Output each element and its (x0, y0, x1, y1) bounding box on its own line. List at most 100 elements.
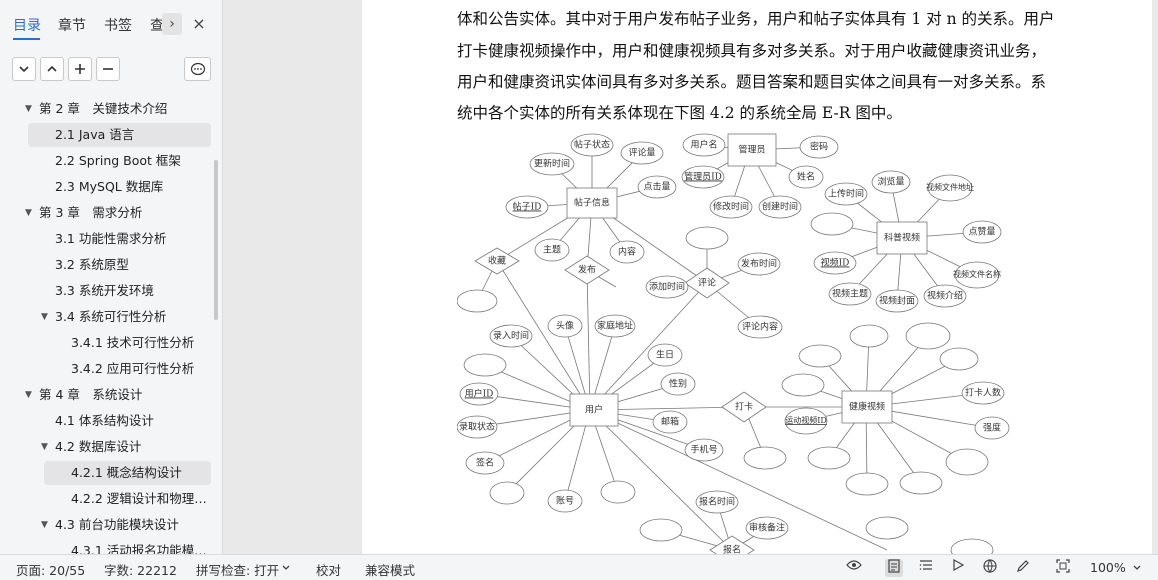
toc-item[interactable]: ▼ 3.4 系统可行性分析 (0, 305, 212, 329)
er-attribute-label: 家庭地址 (597, 320, 633, 332)
er-attribute-label: 评论内容 (742, 321, 778, 333)
document-area: 体和公告实体。其中对于用户发布帖子业务，用户和帖子实体具有 1 对 n 的关系。… (224, 0, 1158, 554)
er-attribute-label: 上传时间 (828, 188, 864, 200)
chevron-down-icon[interactable] (282, 565, 290, 571)
er-attribute-label: 视频封面 (879, 295, 915, 307)
page-indicator[interactable]: 页面: 20/55 (16, 560, 85, 579)
er-attribute-label: 打卡人数 (965, 387, 1001, 399)
collapse-button[interactable] (12, 57, 36, 81)
chevron-up-icon (47, 65, 57, 72)
er-attribute-label: 运动视频ID (785, 415, 827, 425)
chevron-right-icon[interactable]: › (162, 13, 182, 35)
toc-item[interactable]: 3.2 系统原型 (0, 253, 212, 277)
toc-item[interactable]: ▼ 4.2 数据库设计 (0, 435, 212, 459)
toc-item-label: 4.2.1 概念结构设计 (71, 465, 182, 480)
er-attribute-label: 性别 (669, 378, 687, 390)
chevron-down-icon (19, 66, 29, 73)
expanded-arrow-icon[interactable]: ▼ (25, 97, 32, 121)
toc-item[interactable]: 4.3.1 活动报名功能模… (0, 539, 212, 554)
toc-item[interactable]: ▼ 第 2 章 关键技术介绍 (0, 97, 212, 121)
expanded-arrow-icon[interactable]: ▼ (41, 435, 48, 459)
toc-item-label: 4.3.1 活动报名功能模… (71, 543, 207, 554)
toc-item[interactable]: 2.2 Spring Boot 框架 (0, 149, 212, 173)
compatibility-mode: 兼容模式 (365, 563, 416, 578)
toc-item-label: 2.2 Spring Boot 框架 (55, 153, 181, 168)
toc-item[interactable]: 3.3 系统开发环境 (0, 279, 212, 303)
eye-icon[interactable] (845, 559, 863, 577)
navigation-pane: 目录 章节 书签 查 › × ▼ 第 2 章 关键技术介绍 2.1 Java 语… (0, 0, 223, 554)
er-attribute-label: 创建时间 (762, 201, 798, 213)
body-text-line: 体和公告实体。其中对于用户发布帖子业务，用户和帖子实体具有 1 对 n 的关系。… (457, 10, 1055, 28)
er-relation-label: 发布 (578, 264, 596, 276)
toc-item-label: 3.4.1 技术可行性分析 (71, 335, 195, 350)
er-attribute-label: 报名时间 (699, 496, 735, 508)
outline-view-icon[interactable] (917, 559, 935, 577)
pen-icon[interactable] (1014, 559, 1032, 577)
expanded-arrow-icon[interactable]: ▼ (41, 513, 48, 537)
toc-item[interactable]: 3.4.2 应用可行性分析 (0, 357, 212, 381)
er-attribute-label: 点击量 (643, 181, 670, 193)
more-icon (190, 62, 205, 76)
more-options-button[interactable] (184, 57, 211, 81)
web-view-icon[interactable] (981, 559, 999, 577)
play-icon[interactable] (949, 558, 967, 577)
add-heading-button[interactable] (68, 57, 92, 81)
er-attribute-label: 录取状态 (459, 421, 495, 433)
remove-heading-button[interactable] (96, 57, 120, 81)
er-entity-label: 管理员 (738, 144, 765, 156)
chevron-down-icon[interactable] (1133, 565, 1141, 571)
tab-chapters[interactable]: 章节 (58, 15, 86, 35)
active-tab-indicator (13, 38, 40, 40)
er-attribute-label: 评论量 (628, 147, 655, 159)
close-icon[interactable]: × (189, 13, 209, 35)
proofread-button[interactable]: 校对 (316, 560, 341, 579)
document-page: 体和公告实体。其中对于用户发布帖子业务，用户和帖子实体具有 1 对 n 的关系。… (362, 0, 1152, 554)
toc-item[interactable]: ▼ 第 4 章 系统设计 (0, 383, 212, 407)
expand-button[interactable] (40, 57, 64, 81)
body-text-line: 打卡健康视频操作中，用户和健康视频具有多对多关系。对于用户收藏健康资讯业务， (457, 42, 1047, 60)
toc-item[interactable]: 4.1 体系结构设计 (0, 409, 212, 433)
er-entity-label: 健康视频 (849, 401, 885, 413)
toc-item-label: 4.3 前台功能模块设计 (55, 517, 179, 532)
toc-item[interactable]: ▼ 4.3 前台功能模块设计 (0, 513, 212, 537)
expanded-arrow-icon[interactable]: ▼ (25, 201, 32, 225)
er-attribute-label: 审核备注 (749, 522, 785, 534)
er-attribute-label: 邮箱 (661, 416, 679, 428)
toc-item[interactable]: ▼ 第 3 章 需求分析 (0, 201, 212, 225)
tab-toc[interactable]: 目录 (13, 15, 41, 35)
toc-list: ▼ 第 2 章 关键技术介绍 2.1 Java 语言 2.2 Spring Bo… (0, 96, 212, 554)
toc-scrollbar[interactable] (214, 160, 218, 320)
er-attribute-label: 浏览量 (877, 176, 904, 188)
er-entity-label: 科普视频 (884, 232, 920, 244)
toc-item-label: 第 4 章 系统设计 (39, 387, 143, 402)
er-relation-label: 评论 (698, 277, 716, 289)
spell-check-toggle[interactable]: 拼写检查: 打开 (196, 560, 279, 579)
toc-item-label: 3.3 系统开发环境 (55, 283, 154, 298)
page-view-icon[interactable] (885, 559, 903, 577)
er-entity-label: 用户 (585, 404, 603, 416)
fit-page-icon[interactable] (1054, 559, 1072, 577)
toc-item[interactable]: 3.4.1 技术可行性分析 (0, 331, 212, 355)
expanded-arrow-icon[interactable]: ▼ (25, 383, 32, 407)
zoom-level[interactable]: 100% (1090, 560, 1126, 575)
expanded-arrow-icon[interactable]: ▼ (41, 305, 48, 329)
toc-item[interactable]: 4.2.2 逻辑设计和物理… (0, 487, 212, 511)
er-attribute-label: 帖子状态 (574, 139, 610, 151)
er-entity-label: 帖子信息 (574, 197, 610, 209)
toc-item-label: 3.4.2 应用可行性分析 (71, 361, 195, 376)
plus-icon (75, 64, 85, 74)
toc-item-label: 4.1 体系结构设计 (55, 413, 154, 428)
body-text-line: 用户和健康资讯实体间具有多对多关系。题目答案和题目实体之间具有一对多关系。系 (457, 73, 1047, 91)
status-bar: 页面: 20/55 字数: 22212 拼写检查: 打开 校对 兼容模式 100… (0, 554, 1158, 580)
tab-bookmarks[interactable]: 书签 (104, 15, 132, 35)
toc-item[interactable]: 2.1 Java 语言 (28, 123, 211, 147)
er-attribute-label: 视频ID (821, 257, 850, 269)
nav-tabs: 目录 章节 书签 查 › × (0, 0, 223, 48)
er-relation-label: 收藏 (488, 255, 506, 267)
toc-item-active[interactable]: 4.2.1 概念结构设计 (44, 461, 211, 485)
er-attribute-label: 主题 (543, 244, 561, 256)
word-count[interactable]: 字数: 22212 (104, 560, 177, 579)
toc-item[interactable]: 3.1 功能性需求分析 (0, 227, 212, 251)
toc-item[interactable]: 2.3 MySQL 数据库 (0, 175, 212, 199)
er-attribute-label: 密码 (810, 141, 828, 153)
